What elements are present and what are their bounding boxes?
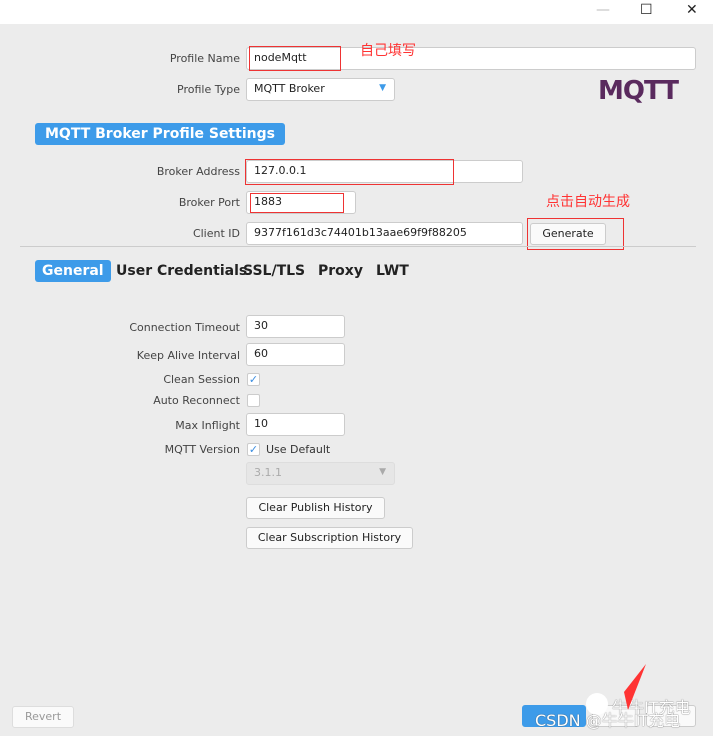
use-default-label: Use Default xyxy=(266,443,331,456)
profile-type-label: Profile Type xyxy=(177,83,240,96)
profile-type-value: MQTT Broker xyxy=(254,82,325,95)
clean-session-label: Clean Session xyxy=(163,373,240,386)
close-button[interactable]: ✕ xyxy=(686,2,698,18)
revert-button[interactable]: Revert xyxy=(12,706,74,728)
client-id-input[interactable]: 9377f161d3c74401b13aae69f9f88205 xyxy=(246,222,523,245)
minimize-button[interactable]: — xyxy=(596,2,610,18)
tab-user-credentials[interactable]: User Credentials xyxy=(109,260,254,282)
profile-name-label: Profile Name xyxy=(169,52,240,65)
tab-ssl-tls[interactable]: SSL/TLS xyxy=(236,260,312,282)
max-inflight-input[interactable]: 10 xyxy=(246,413,345,436)
profile-type-select[interactable]: MQTT Broker ▼ xyxy=(246,78,395,101)
mqtt-version-label: MQTT Version xyxy=(164,443,240,456)
mqtt-version-select[interactable]: 3.1.1 ▼ xyxy=(246,462,395,485)
connection-timeout-label: Connection Timeout xyxy=(129,321,240,334)
mqtt-logo: MQTT xyxy=(598,76,679,106)
client-id-label: Client ID xyxy=(192,227,240,240)
auto-reconnect-checkbox[interactable] xyxy=(247,394,260,407)
annotation-fill-self: 自己填写 xyxy=(360,43,416,59)
tab-lwt[interactable]: LWT xyxy=(369,260,416,282)
max-inflight-label: Max Inflight xyxy=(175,419,240,432)
annotation-box xyxy=(245,159,454,185)
mqtt-version-value: 3.1.1 xyxy=(254,466,282,479)
use-default-checkbox[interactable]: ✓ xyxy=(247,443,260,456)
annotation-box xyxy=(249,46,341,71)
connection-timeout-input[interactable]: 30 xyxy=(246,315,345,338)
tab-general[interactable]: General xyxy=(35,260,111,282)
red-arrow-icon xyxy=(624,664,646,710)
section-title: MQTT Broker Profile Settings xyxy=(35,123,285,145)
clean-session-checkbox[interactable]: ✓ xyxy=(247,373,260,386)
broker-address-label: Broker Address xyxy=(156,165,240,178)
annotation-box xyxy=(250,193,344,213)
maximize-button[interactable]: ☐ xyxy=(640,2,653,18)
chevron-down-icon: ▼ xyxy=(379,467,386,477)
auto-reconnect-label: Auto Reconnect xyxy=(153,394,240,407)
clear-publish-history-button[interactable]: Clear Publish History xyxy=(246,497,385,519)
clear-subscription-history-button[interactable]: Clear Subscription History xyxy=(246,527,413,549)
watermark-line2: CSDN @牛牛IT充电 xyxy=(535,711,681,730)
keep-alive-label: Keep Alive Interval xyxy=(136,349,240,362)
tab-proxy[interactable]: Proxy xyxy=(311,260,370,282)
divider xyxy=(20,246,696,247)
keep-alive-input[interactable]: 60 xyxy=(246,343,345,366)
chevron-down-icon: ▼ xyxy=(379,83,386,93)
title-bar: — ☐ ✕ xyxy=(0,0,713,24)
annotation-click-generate: 点击自动生成 xyxy=(546,194,630,210)
broker-port-label: Broker Port xyxy=(178,196,240,209)
